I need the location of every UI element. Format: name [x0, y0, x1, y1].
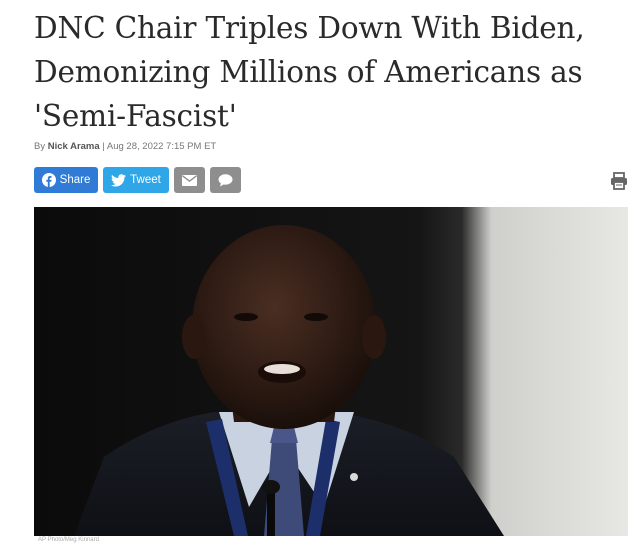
- author-link[interactable]: Nick Arama: [48, 141, 100, 152]
- twitter-icon: [111, 173, 127, 187]
- print-button[interactable]: [609, 171, 629, 191]
- facebook-share-label: Share: [59, 174, 91, 186]
- share-buttons: Share Tweet: [34, 167, 241, 193]
- article-headline: DNC Chair Triples Down With Biden, Demon…: [34, 6, 624, 138]
- twitter-tweet-button[interactable]: Tweet: [103, 167, 169, 193]
- facebook-icon: [41, 173, 56, 187]
- email-share-button[interactable]: [174, 167, 205, 193]
- article-photo: [34, 207, 628, 536]
- twitter-tweet-label: Tweet: [130, 174, 161, 186]
- facebook-share-button[interactable]: Share: [34, 167, 98, 193]
- headline-line-2: Demonizing Millions of Americans as: [34, 55, 583, 89]
- comments-button[interactable]: [210, 167, 241, 193]
- photo-credit: AP Photo/Meg Kinnard: [38, 537, 99, 543]
- comment-icon: [218, 173, 233, 187]
- headline-line-1: DNC Chair Triples Down With Biden,: [34, 11, 585, 45]
- printer-icon: [609, 172, 629, 195]
- publish-date: | Aug 28, 2022 7:15 PM ET: [99, 141, 217, 152]
- byline: By Nick Arama | Aug 28, 2022 7:15 PM ET: [34, 141, 216, 152]
- envelope-icon: [182, 174, 197, 186]
- speaker-illustration: [34, 207, 628, 536]
- byline-prefix: By: [34, 141, 48, 152]
- headline-line-3: 'Semi-Fascist': [34, 99, 237, 133]
